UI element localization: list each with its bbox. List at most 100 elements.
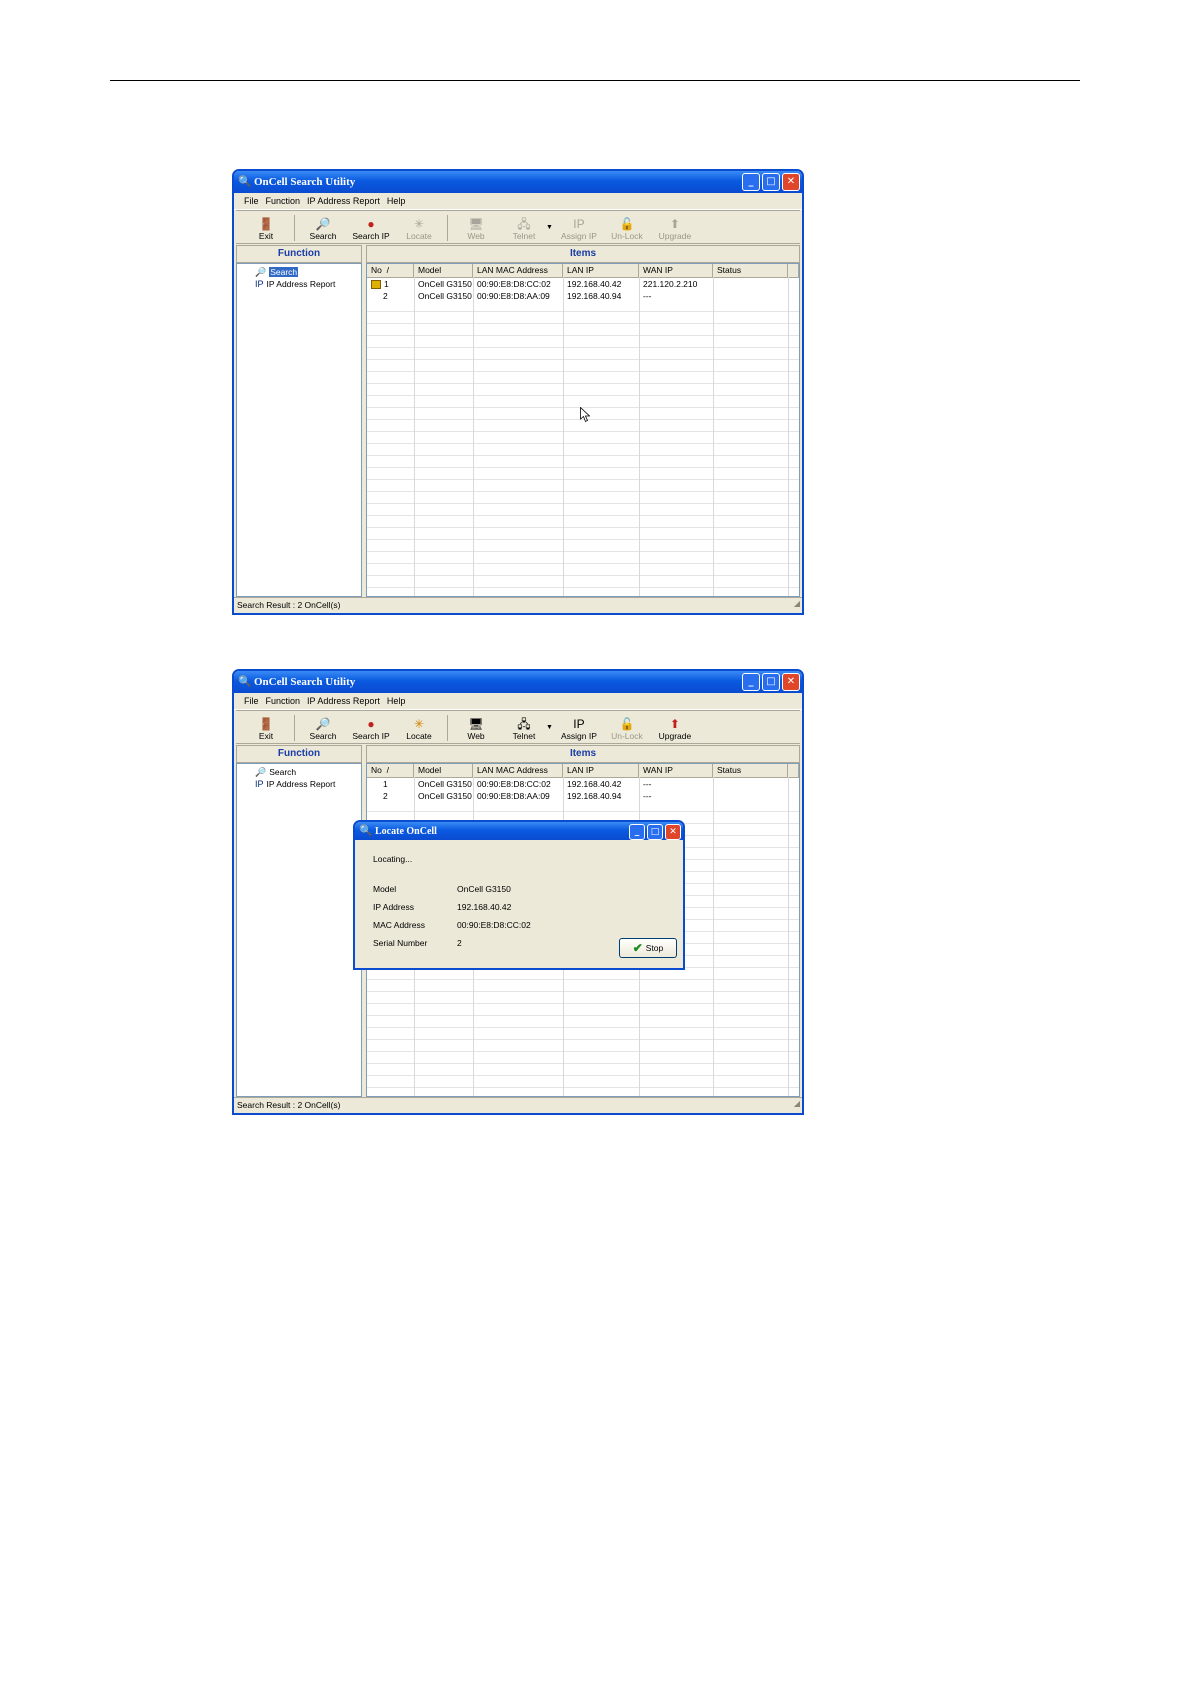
search-button[interactable]: 🔎 Search <box>299 217 347 243</box>
toolbar-separator <box>447 715 448 741</box>
status-bar: Search Result : 2 OnCell(s) ◢ <box>234 1097 802 1113</box>
lock-icon <box>371 280 381 290</box>
app-icon: 🔍 <box>238 676 252 688</box>
unlock-button[interactable]: 🔓 Un-Lock <box>603 217 651 243</box>
minimize-button[interactable]: _ <box>742 173 760 191</box>
search-ip-icon: ● <box>367 217 375 231</box>
table-row[interactable]: 2 OnCell G3150 00:90:E8:D8:AA:09 192.168… <box>367 790 799 802</box>
telnet-icon: 🖧 <box>517 717 531 731</box>
telnet-button[interactable]: 🖧 Telnet <box>500 717 548 743</box>
telnet-button[interactable]: 🖧 Telnet <box>500 217 548 243</box>
main-body: Function 🔎 Search IP IP Address Report Ite… <box>236 245 800 597</box>
title-bar: 🔍 OnCell Search Utility _ □ ✕ <box>234 671 802 693</box>
model-row: Model OnCell G3150 <box>373 884 511 894</box>
tree-item-search[interactable]: 🔎 Search <box>237 266 361 278</box>
web-icon: 🖥 <box>468 717 484 731</box>
maximize-button[interactable]: □ <box>762 673 780 691</box>
tree-item-search[interactable]: 🔎 Search <box>237 766 361 778</box>
function-pane: Function 🔎 Search IP IP Address Report <box>236 745 362 1097</box>
search-icon: 🔎 <box>255 266 267 277</box>
locate-button[interactable]: ✳ Locate <box>395 217 443 243</box>
column-header-lan-ip[interactable]: LAN IP <box>563 264 639 277</box>
toolbar: 🚪 Exit 🔎 Search ● Search IP ✳ Locate 🖥 Web 🖧 T… <box>236 210 800 244</box>
mouse-cursor-icon <box>580 407 590 423</box>
column-header-status[interactable]: Status <box>713 764 788 777</box>
web-button[interactable]: 🖥 Web <box>452 217 500 243</box>
menu-help[interactable]: Help <box>387 196 406 206</box>
menu-bar: File Function IP Address Report Help <box>234 193 802 210</box>
column-header-model[interactable]: Model <box>414 764 473 777</box>
upgrade-icon: ⬆ <box>669 217 680 231</box>
column-header-lan-mac[interactable]: LAN MAC Address <box>473 764 563 777</box>
search-icon: 🔎 <box>315 217 331 231</box>
web-button[interactable]: 🖥 Web <box>452 717 500 743</box>
assign-ip-icon: IP <box>573 217 585 231</box>
close-button[interactable]: ✕ <box>782 173 800 191</box>
menu-ip-address-report[interactable]: IP Address Report <box>307 196 380 206</box>
resize-grip-icon[interactable]: ◢ <box>794 1096 800 1111</box>
ip-report-icon: IP <box>255 279 264 289</box>
assign-ip-button[interactable]: IP Assign IP <box>555 217 603 243</box>
telnet-dropdown-icon[interactable]: ▼ <box>546 224 553 231</box>
upgrade-button[interactable]: ⬆ Upgrade <box>651 217 699 243</box>
dialog-title-bar: 🔍 Locate OnCell _ □ ✕ <box>355 822 683 840</box>
checkmark-icon: ✔ <box>632 941 643 955</box>
window-title: OnCell Search Utility <box>254 676 356 688</box>
menu-function[interactable]: Function <box>266 196 301 206</box>
assign-ip-button[interactable]: IP Assign IP <box>555 717 603 743</box>
maximize-button[interactable]: □ <box>762 173 780 191</box>
function-pane: Function 🔎 Search IP IP Address Report <box>236 245 362 597</box>
unlock-icon: 🔓 <box>619 717 635 731</box>
toolbar-separator <box>447 215 448 241</box>
table-row[interactable]: 1 OnCell G3150 00:90:E8:D8:CC:02 192.168… <box>367 778 799 790</box>
app-icon: 🔍 <box>359 825 373 837</box>
exit-button[interactable]: 🚪 Exit <box>242 717 290 743</box>
resize-grip-icon[interactable]: ◢ <box>794 596 800 611</box>
table-row[interactable]: 2 OnCell G3150 00:90:E8:D8:AA:09 192.168… <box>367 290 799 302</box>
column-header-model[interactable]: Model <box>414 264 473 277</box>
telnet-icon: 🖧 <box>517 217 531 231</box>
minimize-button[interactable]: _ <box>629 824 645 840</box>
close-button[interactable]: ✕ <box>782 673 800 691</box>
exit-icon: 🚪 <box>258 217 274 231</box>
column-header-lan-mac[interactable]: LAN MAC Address <box>473 264 563 277</box>
close-button[interactable]: ✕ <box>665 824 681 840</box>
items-pane-title: Items <box>366 245 800 263</box>
minimize-button[interactable]: _ <box>742 673 760 691</box>
stop-button[interactable]: ✔ Stop <box>619 938 677 958</box>
column-header-wan-ip[interactable]: WAN IP <box>639 764 713 777</box>
menu-file[interactable]: File <box>244 196 259 206</box>
exit-icon: 🚪 <box>258 717 274 731</box>
column-header-status[interactable]: Status <box>713 264 788 277</box>
menu-ip-address-report[interactable]: IP Address Report <box>307 696 380 706</box>
items-grid: No / Model LAN MAC Address LAN IP WAN IP… <box>366 263 800 597</box>
column-header-wan-ip[interactable]: WAN IP <box>639 264 713 277</box>
mac-address-row: MAC Address 00:90:E8:D8:CC:02 <box>373 920 531 930</box>
tree-item-ip-address-report[interactable]: IP IP Address Report <box>237 278 361 290</box>
grid-header: No / Model LAN MAC Address LAN IP WAN IP… <box>367 764 799 778</box>
upgrade-button[interactable]: ⬆ Upgrade <box>651 717 699 743</box>
telnet-dropdown-icon[interactable]: ▼ <box>546 724 553 731</box>
search-icon: 🔎 <box>255 766 267 777</box>
column-header-no[interactable]: No / <box>367 264 414 277</box>
maximize-button[interactable]: □ <box>647 824 663 840</box>
locate-button[interactable]: ✳ Locate <box>395 717 443 743</box>
tree-item-ip-address-report[interactable]: IP IP Address Report <box>237 778 361 790</box>
column-header-lan-ip[interactable]: LAN IP <box>563 764 639 777</box>
search-ip-button[interactable]: ● Search IP <box>347 717 395 743</box>
unlock-button[interactable]: 🔓 Un-Lock <box>603 717 651 743</box>
column-header-no[interactable]: No / <box>367 764 414 777</box>
locate-icon: ✳ <box>413 717 425 731</box>
dialog-title: Locate OnCell <box>375 825 437 837</box>
exit-button[interactable]: 🚪 Exit <box>242 217 290 243</box>
toolbar-separator <box>294 215 295 241</box>
menu-file[interactable]: File <box>244 696 259 706</box>
menu-help[interactable]: Help <box>387 696 406 706</box>
search-ip-button[interactable]: ● Search IP <box>347 217 395 243</box>
toolbar: 🚪 Exit 🔎 Search ● Search IP ✳ Locate 🖥 Web 🖧 T… <box>236 710 800 744</box>
menu-function[interactable]: Function <box>266 696 301 706</box>
table-row[interactable]: 1 OnCell G3150 00:90:E8:D8:CC:02 192.168… <box>367 278 799 290</box>
upgrade-icon: ⬆ <box>669 717 680 731</box>
web-icon: 🖥 <box>468 217 484 231</box>
search-button[interactable]: 🔎 Search <box>299 717 347 743</box>
